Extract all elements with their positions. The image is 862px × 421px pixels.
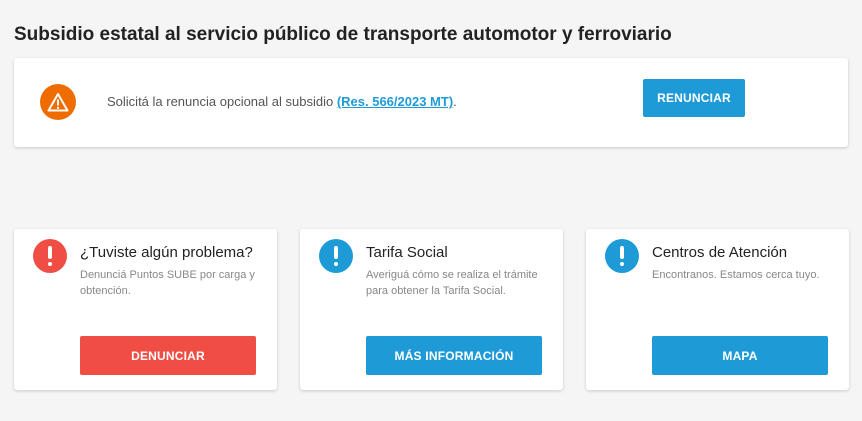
- card-title: Centros de Atención: [652, 244, 788, 261]
- map-button[interactable]: MAPA: [652, 336, 828, 375]
- renounce-notice-card: Solicitá la renuncia opcional al subsidi…: [14, 58, 848, 147]
- card-description: Averiguá cómo se realiza el trámite para…: [366, 269, 538, 297]
- notice-message: Solicitá la renuncia opcional al subsidi…: [107, 94, 457, 109]
- exclamation-bar: [48, 246, 52, 259]
- report-button[interactable]: DENUNCIAR: [80, 336, 256, 375]
- exclamation-icon: [319, 239, 353, 273]
- page-title: Subsidio estatal al servicio público de …: [14, 24, 672, 45]
- card-title: Tarifa Social: [366, 244, 448, 261]
- page: Subsidio estatal al servicio público de …: [0, 0, 862, 421]
- warning-triangle-glyph: [47, 93, 69, 112]
- exclamation-icon: [605, 239, 639, 273]
- notice-text: Solicitá la renuncia opcional al subsidi…: [107, 94, 337, 109]
- problem-card: ¿Tuviste algún problema? Denunciá Puntos…: [14, 229, 277, 390]
- social-fare-card: Tarifa Social Averiguá cómo se realiza e…: [300, 229, 563, 390]
- exclamation-dot: [48, 262, 52, 266]
- card-description: Encontranos. Estamos cerca tuyo.: [652, 269, 820, 281]
- exclamation-bar: [620, 246, 624, 259]
- warning-triangle-icon: [40, 84, 76, 120]
- service-centers-card: Centros de Atención Encontranos. Estamos…: [586, 229, 849, 390]
- exclamation-dot: [334, 262, 338, 266]
- card-title: ¿Tuviste algún problema?: [80, 244, 253, 261]
- exclamation-bar: [334, 246, 338, 259]
- resolution-link[interactable]: (Res. 566/2023 MT): [337, 94, 453, 109]
- card-description: Denunciá Puntos SUBE por carga y obtenci…: [80, 269, 255, 297]
- renounce-button[interactable]: RENUNCIAR: [643, 79, 745, 117]
- more-info-button[interactable]: MÁS INFORMACIÓN: [366, 336, 542, 375]
- exclamation-dot: [620, 262, 624, 266]
- exclamation-icon: [33, 239, 67, 273]
- notice-suffix: .: [453, 94, 457, 109]
